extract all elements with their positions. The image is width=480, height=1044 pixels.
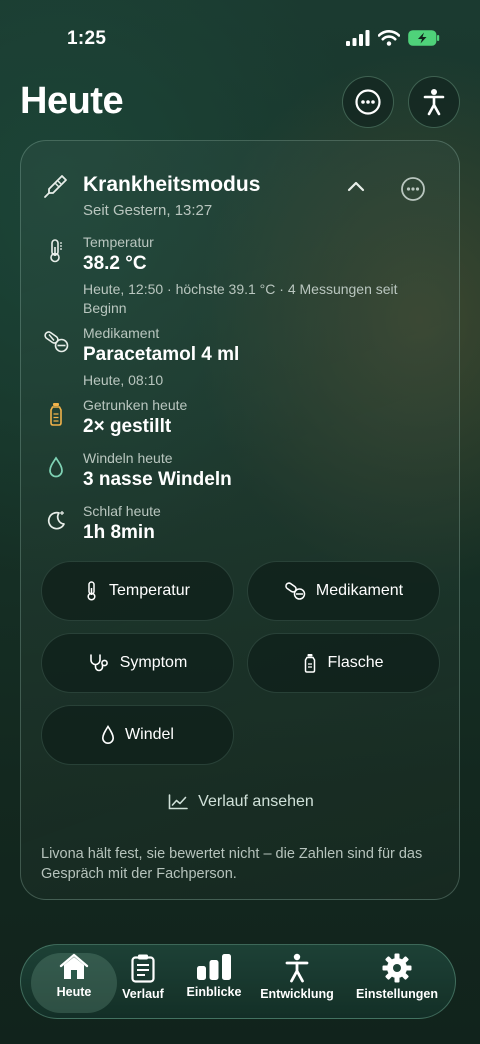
metric-value: 2× gestillt: [83, 416, 172, 437]
history-link[interactable]: Verlauf ansehen: [21, 793, 461, 811]
metric-detail: Heute, 12:50 · höchste 39.1 °C · 4 Messu…: [83, 281, 398, 316]
gear-icon: [382, 953, 412, 983]
droplet-icon: [43, 454, 69, 480]
home-icon: [59, 953, 89, 979]
metric-medication: Medikament Paracetamol 4 ml Heute, 08:10: [43, 325, 443, 388]
moon-icon: [43, 507, 69, 533]
bottle-icon: [305, 654, 316, 673]
metric-drinks: Getrunken heute 2× gestillt: [43, 397, 443, 441]
header: Heute: [0, 72, 480, 132]
thermometer-icon: [87, 581, 96, 601]
tab-entwicklung[interactable]: Entwicklung: [257, 953, 337, 1013]
log-medication-button[interactable]: Medikament: [247, 561, 440, 621]
tab-label: Einstellungen: [356, 987, 438, 1001]
clipboard-icon: [131, 954, 155, 983]
tab-label: Heute: [56, 985, 92, 999]
metric-value: 1h 8min: [83, 522, 155, 543]
action-label: Windel: [125, 726, 174, 743]
droplet-icon: [102, 725, 115, 744]
metric-value: 38.2 °C: [83, 253, 147, 274]
metric-diapers: Windeln heute 3 nasse Windeln: [43, 450, 443, 494]
log-symptom-button[interactable]: Symptom: [41, 633, 234, 693]
page-title: Heute: [20, 80, 124, 122]
action-label: Flasche: [327, 654, 384, 671]
tab-einstellungen[interactable]: Einstellungen: [349, 953, 445, 1013]
metric-value: 3 nasse Windeln: [83, 469, 232, 490]
action-label: Temperatur: [109, 582, 190, 599]
log-diaper-button[interactable]: Windel: [41, 705, 234, 765]
illness-mode-card: Krankheitsmodus Seit Gestern, 13:27 Temp…: [20, 140, 460, 900]
bar-chart-icon: [197, 954, 231, 980]
tab-heute[interactable]: Heute: [31, 953, 117, 1013]
battery-icon: [408, 30, 440, 46]
tab-verlauf[interactable]: Verlauf: [117, 953, 169, 1013]
pill-icon: [285, 582, 306, 600]
thermometer-pen-icon: [44, 175, 67, 198]
tab-label: Entwicklung: [260, 987, 334, 1001]
metric-value: Paracetamol 4 ml: [83, 344, 240, 365]
metric-sleep: Schlaf heute 1h 8min: [43, 503, 443, 547]
more-icon: [355, 89, 381, 115]
metric-label: Medikament: [83, 325, 160, 341]
thermometer-icon: [43, 238, 69, 264]
metric-label: Windeln heute: [83, 450, 173, 466]
footnote: Livona hält fest, sie bewertet nicht – d…: [41, 846, 423, 882]
metric-label: Getrunken heute: [83, 397, 188, 413]
metric-label: Temperatur: [83, 234, 154, 250]
action-label: Medikament: [315, 582, 404, 599]
card-title: Krankheitsmodus: [83, 173, 261, 196]
pill-icon: [43, 329, 69, 355]
card-more-icon[interactable]: [400, 176, 426, 202]
status-icons: [346, 30, 440, 46]
log-temperature-button[interactable]: Temperatur: [41, 561, 234, 621]
metric-detail: Heute, 08:10: [83, 372, 164, 388]
status-time: 1:25: [67, 28, 107, 49]
action-label: Symptom: [119, 654, 188, 671]
tab-einblicke[interactable]: Einblicke: [183, 953, 245, 1013]
line-chart-icon: [168, 794, 188, 810]
metric-label: Schlaf heute: [83, 503, 161, 519]
history-link-label: Verlauf ansehen: [198, 793, 314, 810]
tab-bar: Heute Verlauf Einblicke Entwicklung Eins…: [20, 944, 456, 1019]
accessibility-button[interactable]: [408, 76, 460, 128]
person-icon: [423, 89, 445, 116]
stethoscope-icon: [89, 654, 108, 672]
metric-temperature: Temperatur 38.2 °C Heute, 12:50 · höchst…: [43, 234, 443, 316]
status-bar: 1:25: [0, 0, 480, 80]
signal-icon: [346, 30, 370, 46]
more-button[interactable]: [342, 76, 394, 128]
person-icon: [285, 953, 309, 983]
chevron-up-icon[interactable]: [346, 179, 366, 193]
tab-label: Verlauf: [122, 987, 164, 1001]
wifi-icon: [378, 30, 400, 46]
card-subtitle: Seit Gestern, 13:27: [83, 202, 213, 219]
tab-label: Einblicke: [186, 985, 242, 999]
log-bottle-button[interactable]: Flasche: [247, 633, 440, 693]
bottle-icon: [43, 401, 69, 427]
